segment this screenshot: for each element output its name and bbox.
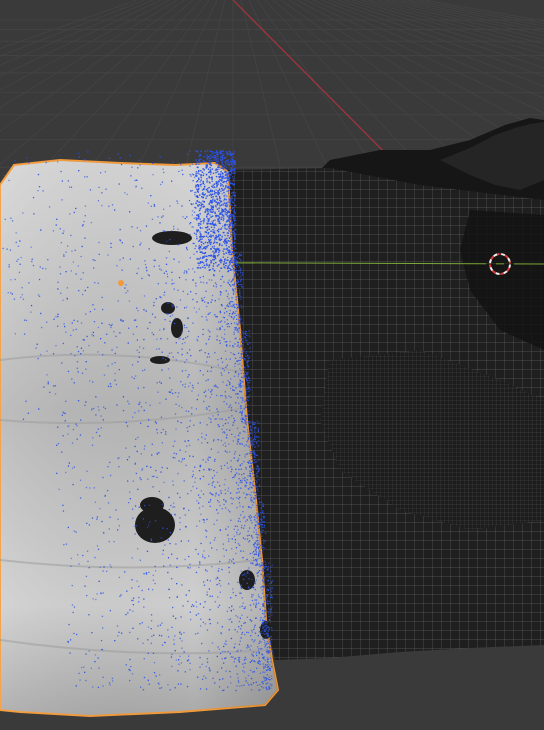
viewport-canvas[interactable] — [0, 0, 544, 730]
object-origin-icon — [118, 280, 124, 286]
3d-viewport[interactable] — [0, 0, 544, 730]
